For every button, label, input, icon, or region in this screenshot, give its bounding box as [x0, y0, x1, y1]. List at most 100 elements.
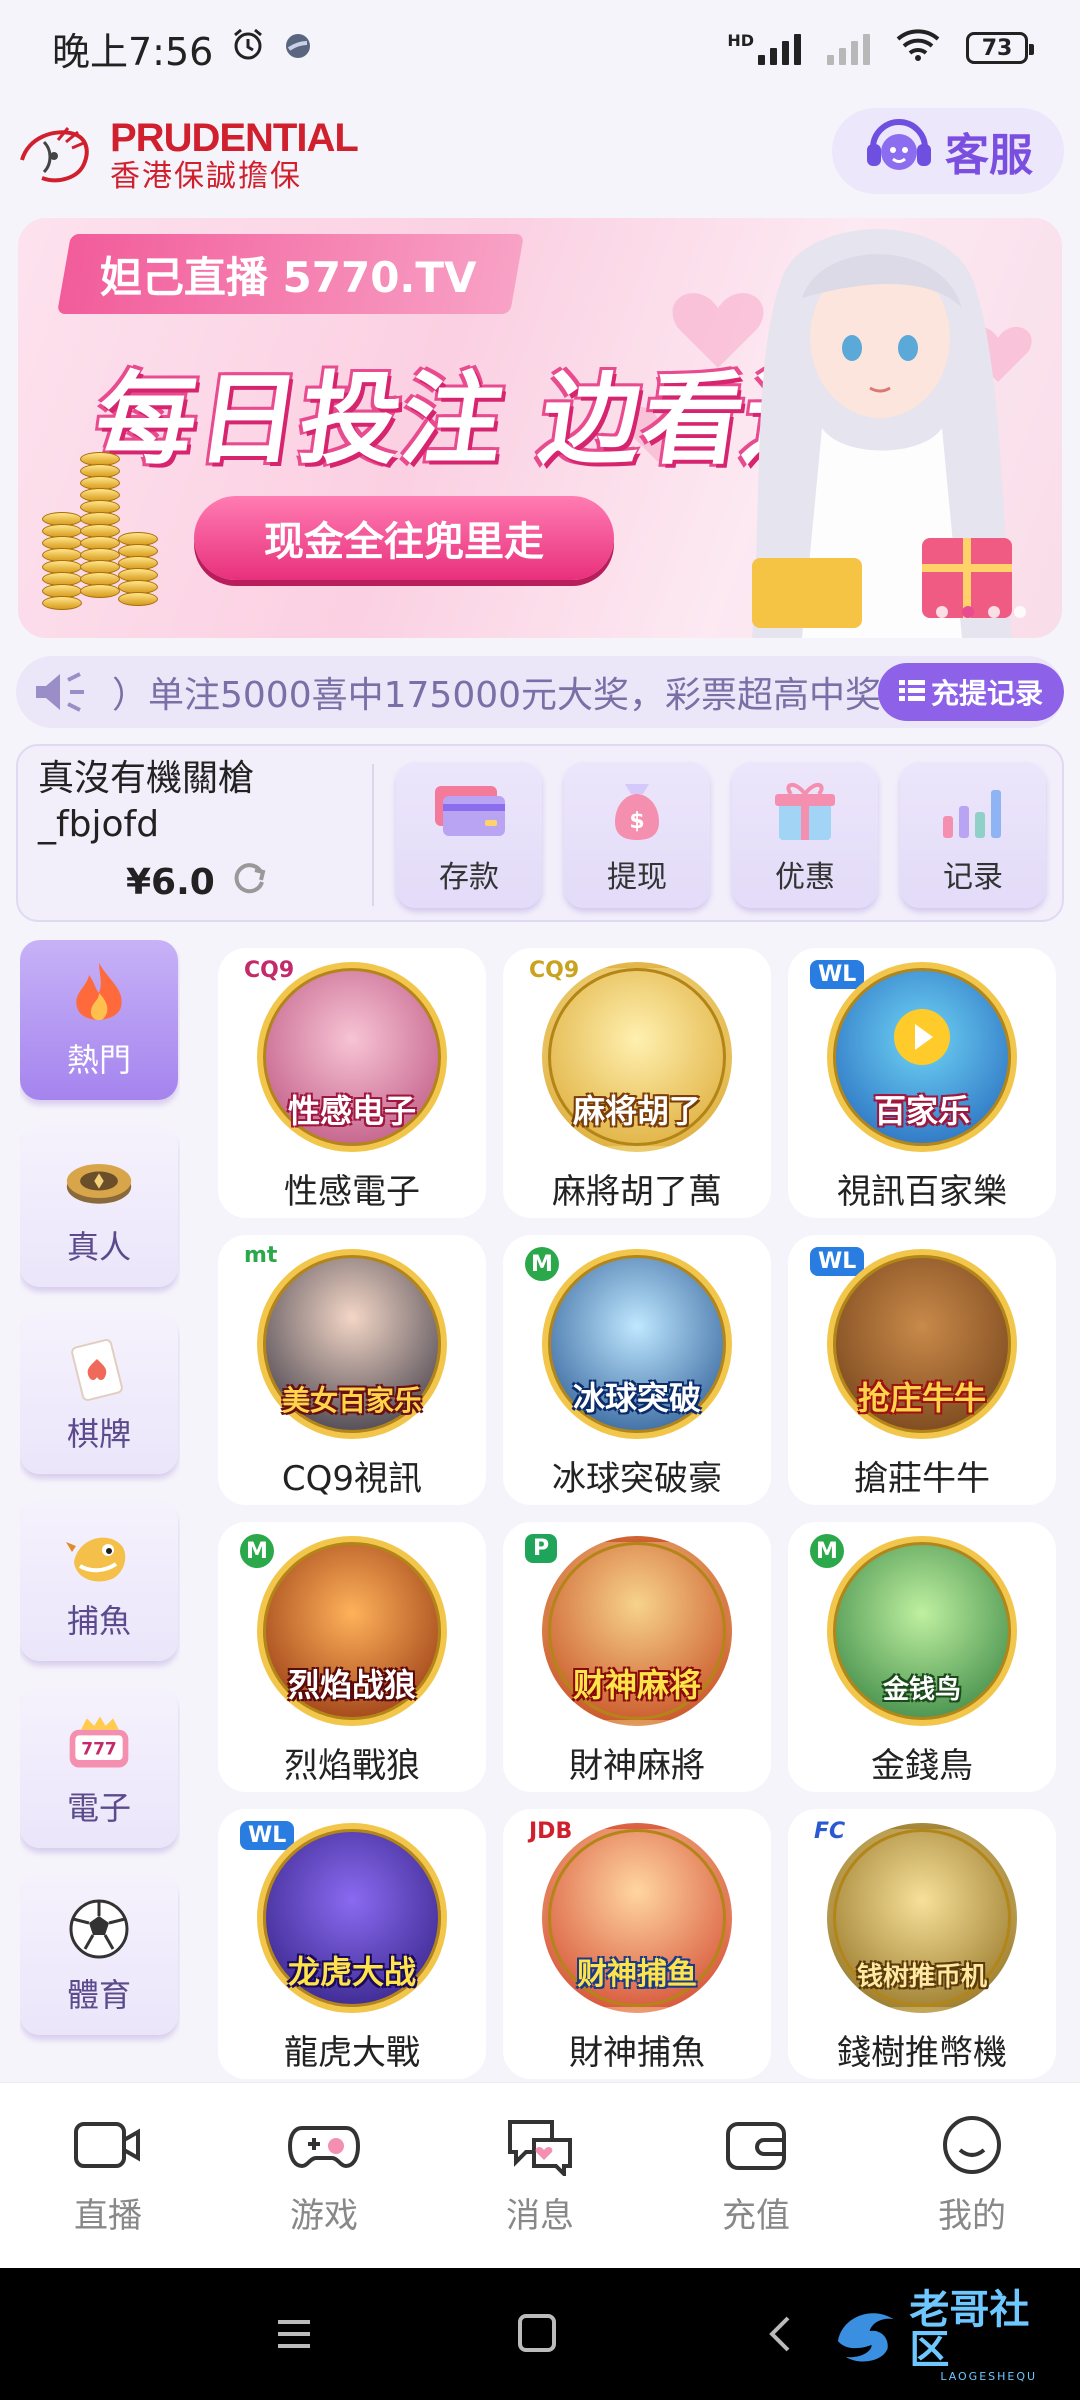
gold-coins-illustration [34, 444, 164, 634]
customer-service-label: 客服 [945, 130, 1033, 181]
withdraw-button[interactable]: $ 提现 [564, 762, 710, 908]
game-name: 冰球突破豪 [552, 1459, 722, 1499]
game-name: 性感電子 [284, 1172, 420, 1212]
provider-badge: WL [810, 1247, 865, 1276]
flame-icon [64, 959, 134, 1029]
logo-brand-text: PRUDENTIAL [110, 116, 359, 160]
logo-sub-text: 香港保誠擔保 [110, 159, 302, 194]
gift-icon [775, 783, 835, 840]
quick-actions: 存款 $ 提现 优惠 记录 [396, 762, 1046, 908]
fish-icon [64, 1520, 134, 1590]
balance-display: ¥6.0 [126, 858, 269, 907]
back-icon[interactable] [752, 2308, 812, 2360]
slot-machine-icon: 777 [64, 1707, 134, 1777]
headset-icon [863, 114, 935, 189]
game-thumbnail: 百家乐 [827, 962, 1017, 1152]
soccer-ball-icon [64, 1894, 134, 1964]
category-hot[interactable]: 熱門 [20, 940, 178, 1100]
nav-messages[interactable]: 消息 [450, 2114, 630, 2237]
game-card[interactable]: WL 百家乐 視訊百家樂 [788, 948, 1056, 1218]
game-card[interactable]: CQ9 性感电子 性感電子 [218, 948, 486, 1218]
game-name: CQ9視訊 [281, 1459, 423, 1499]
game-card[interactable]: FC 钱树推币机 錢樹推幣機 [788, 1809, 1056, 2079]
game-card[interactable]: JDB 财神捕鱼 財神捕魚 [503, 1809, 771, 2079]
provider-badge: WL [810, 960, 865, 989]
game-card[interactable]: M 冰球突破 冰球突破豪 [503, 1235, 771, 1505]
game-card[interactable]: WL 龙虎大战 龍虎大戰 [218, 1809, 486, 2079]
game-name: 財神麻將 [569, 1746, 705, 1786]
game-card[interactable]: mt 美女百家乐 CQ9視訊 [218, 1235, 486, 1505]
category-slots[interactable]: 777 電子 [20, 1688, 178, 1848]
deposit-button[interactable]: 存款 [396, 762, 542, 908]
records-button[interactable]: 记录 [900, 762, 1046, 908]
category-sports[interactable]: 體育 [20, 1875, 178, 2035]
customer-service-button[interactable]: 客服 [832, 108, 1064, 194]
game-name: 烈焰戰狼 [284, 1746, 420, 1786]
hd-signal-icon: HD [727, 31, 801, 65]
provider-badge: M [810, 1534, 844, 1568]
game-thumbnail: 麻将胡了 [542, 962, 732, 1152]
game-thumbnail: 龙虎大战 [257, 1823, 447, 2013]
game-card[interactable]: M 金钱鸟 金錢鳥 [788, 1522, 1056, 1792]
game-card[interactable]: P 财神麻将 財神麻將 [503, 1522, 771, 1792]
game-thumbnail: 金钱鸟 [827, 1536, 1017, 1726]
nav-profile[interactable]: 我的 [882, 2114, 1062, 2237]
balance-amount: ¥6.0 [126, 862, 215, 903]
watermark-logo: 老哥社区 LAOGESHEQU [832, 2290, 1068, 2383]
anime-girl-illustration [712, 218, 1032, 638]
status-time: 晚上7:56 [52, 29, 214, 74]
status-bar: 晚上7:56 HD 73 [0, 0, 1080, 96]
game-card[interactable]: WL 抢庄牛牛 搶莊牛牛 [788, 1235, 1056, 1505]
alarm-icon [231, 26, 265, 70]
prudential-logo: PRUDENTIAL 香港保誠擔保 [14, 110, 359, 200]
speaker-icon [32, 667, 112, 717]
svg-text:777: 777 [81, 1739, 117, 1759]
game-name: 搶莊牛牛 [854, 1459, 990, 1499]
provider-badge: CQ9 [529, 958, 580, 983]
category-live[interactable]: 真人 [20, 1127, 178, 1287]
category-fishing[interactable]: 捕魚 [20, 1501, 178, 1661]
category-sidebar: 熱門 真人 棋牌 捕魚 777 電子 體育 [20, 940, 180, 2080]
category-cards[interactable]: 棋牌 [20, 1314, 178, 1474]
banner-pagination [936, 606, 1026, 618]
menu-icon[interactable] [264, 2308, 324, 2360]
wifi-icon [896, 26, 940, 70]
poker-chip-icon [64, 1146, 134, 1216]
play-icon [894, 1009, 950, 1065]
nav-recharge[interactable]: 充值 [666, 2114, 846, 2237]
refresh-icon[interactable] [229, 858, 269, 907]
game-card[interactable]: M 烈焰战狼 烈焰戰狼 [218, 1522, 486, 1792]
home-icon[interactable] [506, 2308, 566, 2360]
deposit-withdraw-records-button[interactable]: 充提记录 [878, 663, 1064, 721]
playing-card-icon [64, 1333, 134, 1403]
game-name: 龍虎大戰 [284, 2033, 420, 2073]
game-name: 麻將胡了萬 [552, 1172, 722, 1212]
promotions-button[interactable]: 优惠 [732, 762, 878, 908]
system-navigation-bar: 老哥社区 LAOGESHEQU [0, 2268, 1080, 2400]
app-notification-icon [283, 26, 313, 70]
account-panel: 真沒有機關槍 _fbjofd ¥6.0 存款 $ 提现 优惠 记录 [16, 744, 1064, 922]
battery-icon: 73 [966, 32, 1034, 64]
card-icon [435, 786, 505, 836]
game-card[interactable]: CQ9 麻将胡了 麻將胡了萬 [503, 948, 771, 1218]
chat-icon [508, 2120, 572, 2176]
game-thumbnail: 钱树推币机 [827, 1823, 1017, 2013]
provider-badge: mt [244, 1243, 278, 1268]
dragon-icon [837, 2313, 894, 2362]
game-thumbnail: 抢庄牛牛 [827, 1249, 1017, 1439]
wallet-icon [726, 2122, 786, 2170]
promo-banner[interactable]: 妲己直播 5770.TV 每日投注 边看边投 现金全往兜里走 [18, 218, 1062, 638]
game-thumbnail: 性感电子 [257, 962, 447, 1152]
nav-games[interactable]: 游戏 [234, 2114, 414, 2237]
provider-badge: M [240, 1534, 274, 1568]
username: 真沒有機關槍 _fbjofd [38, 758, 255, 845]
provider-badge: JDB [529, 1819, 573, 1844]
video-camera-icon [74, 2122, 140, 2168]
provider-badge: CQ9 [244, 958, 295, 983]
game-name: 視訊百家樂 [837, 1172, 1007, 1212]
game-name: 金錢鳥 [871, 1746, 973, 1786]
svg-text:$: $ [629, 809, 644, 834]
banner-cta-button[interactable]: 现金全往兜里走 [194, 496, 614, 580]
smiley-profile-icon [943, 2116, 1001, 2174]
nav-live[interactable]: 直播 [18, 2114, 198, 2237]
